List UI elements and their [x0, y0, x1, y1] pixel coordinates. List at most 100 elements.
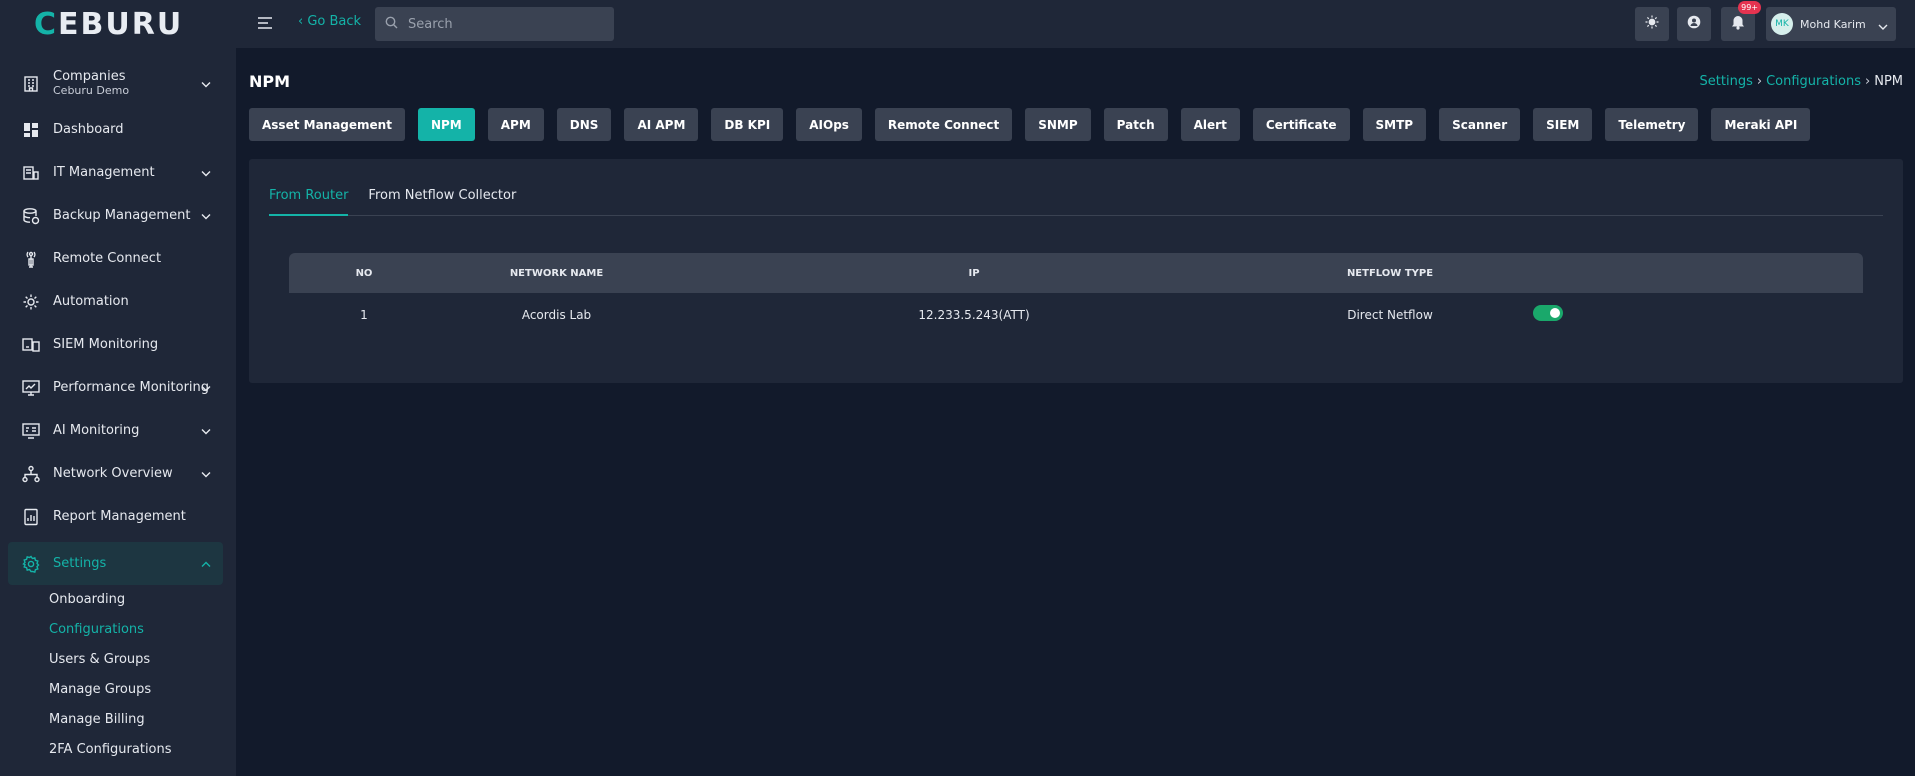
search-box [375, 7, 614, 41]
dashboard-icon [20, 119, 42, 141]
table-row: 1 Acordis Lab 12.233.5.243(ATT) Direct N… [289, 293, 1863, 336]
subtab-from-netflow-collector[interactable]: From Netflow Collector [368, 185, 516, 216]
it-management-icon [20, 162, 42, 184]
sidebar-item-label: Backup Management [53, 208, 191, 223]
tab-patch[interactable]: Patch [1103, 108, 1168, 141]
settings-subnav: Onboarding Configurations Users & Groups… [8, 585, 223, 765]
breadcrumb-current: NPM [1874, 74, 1903, 89]
search-icon [385, 16, 398, 33]
source-subtabs: From Router From Netflow Collector [269, 185, 1883, 216]
sidebar-item-label: Performance Monitoring [53, 380, 210, 395]
go-back-link[interactable]: ‹ Go Back [298, 14, 361, 29]
table-header: NO NETWORK NAME IP NETFLOW TYPE [289, 253, 1863, 293]
tab-smtp[interactable]: SMTP [1362, 108, 1427, 141]
cell-no: 1 [360, 307, 368, 322]
page-title: NPM [249, 72, 291, 91]
subnav-onboarding[interactable]: Onboarding [49, 585, 223, 615]
sidebar-item-label: Network Overview [53, 466, 173, 481]
sidebar-item-automation[interactable]: Automation [8, 280, 223, 323]
bell-icon [1731, 15, 1745, 34]
config-tabs: Asset Management NPM APM DNS AI APM DB K… [249, 108, 1823, 141]
sidebar-item-dashboard[interactable]: Dashboard [8, 108, 223, 151]
subtab-from-router[interactable]: From Router [269, 185, 349, 216]
breadcrumb: Settings › Configurations › NPM [1700, 74, 1903, 89]
netflow-table: NO NETWORK NAME IP NETFLOW TYPE 1 Acordi… [289, 253, 1863, 336]
tab-alert[interactable]: Alert [1180, 108, 1240, 141]
subnav-manage-billing[interactable]: Manage Billing [49, 705, 223, 735]
user-name: Mohd Karim [1800, 17, 1866, 31]
sidebar-item-label: Dashboard [53, 122, 124, 137]
topbar: ‹ Go Back 99+ MK Mohd Karim [236, 0, 1915, 48]
building-icon [20, 73, 42, 95]
user-circle-icon [1687, 15, 1701, 33]
column-header-netflow-type: NETFLOW TYPE [1346, 267, 1434, 279]
notifications-button[interactable]: 99+ [1721, 1, 1761, 41]
subnav-users-groups[interactable]: Users & Groups [49, 645, 223, 675]
column-header-ip: IP [968, 267, 980, 279]
theme-toggle-button[interactable] [1635, 7, 1669, 41]
chevron-down-icon [201, 165, 211, 180]
tab-snmp[interactable]: SNMP [1025, 108, 1091, 141]
sun-icon [1645, 15, 1659, 33]
sidebar-item-performance-monitoring[interactable]: Performance Monitoring [8, 366, 223, 409]
breadcrumb-separator: › [1756, 74, 1763, 89]
logo-text: EBURU [58, 6, 184, 42]
tab-asset-management[interactable]: Asset Management [249, 108, 405, 141]
companies-label: Companies [53, 69, 126, 84]
hamburger-menu-icon[interactable] [256, 14, 274, 32]
sidebar-item-ai-monitoring[interactable]: AI Monitoring [8, 409, 223, 452]
sidebar-nav: Companies Ceburu Demo Dashboard IT Manage… [8, 60, 223, 765]
tab-remote-connect[interactable]: Remote Connect [874, 108, 1013, 141]
database-icon [20, 205, 42, 227]
sidebar-item-label: Remote Connect [53, 251, 162, 266]
sidebar-item-network-overview[interactable]: Network Overview [8, 452, 223, 495]
subnav-manage-groups[interactable]: Manage Groups [49, 675, 223, 705]
subnav-configurations[interactable]: Configurations [49, 615, 223, 645]
enable-toggle[interactable] [1533, 305, 1563, 321]
tab-certificate[interactable]: Certificate [1252, 108, 1350, 141]
sidebar-item-label: AI Monitoring [53, 423, 140, 438]
tab-npm[interactable]: NPM [417, 108, 475, 141]
avatar: MK [1771, 13, 1793, 35]
tab-apm[interactable]: APM [487, 108, 544, 141]
monitor-chart-icon [20, 377, 42, 399]
breadcrumb-configurations[interactable]: Configurations [1766, 74, 1861, 89]
sidebar-item-label: IT Management [53, 165, 155, 180]
tab-meraki-api[interactable]: Meraki API [1711, 108, 1811, 141]
sidebar-item-backup-management[interactable]: Backup Management [8, 194, 223, 237]
sidebar-item-settings[interactable]: Settings [8, 542, 223, 585]
logo-letter: C [34, 6, 59, 42]
tab-ai-apm[interactable]: AI APM [624, 108, 699, 141]
tab-dns[interactable]: DNS [556, 108, 612, 141]
breadcrumb-settings[interactable]: Settings [1700, 74, 1753, 89]
sidebar-item-label: Report Management [53, 509, 186, 524]
tab-telemetry[interactable]: Telemetry [1605, 108, 1699, 141]
profile-button[interactable] [1677, 7, 1711, 41]
cell-network-name: Acordis Lab [521, 307, 592, 322]
ceburu-logo[interactable]: C EBURU [34, 6, 184, 42]
chevron-down-icon [201, 208, 211, 223]
sidebar-item-siem-monitoring[interactable]: SIEM Monitoring [8, 323, 223, 366]
ai-monitor-icon [20, 420, 42, 442]
column-header-network-name: NETWORK NAME [509, 267, 604, 279]
tab-siem[interactable]: SIEM [1533, 108, 1593, 141]
column-header-no: NO [355, 267, 373, 279]
tab-aiops[interactable]: AIOps [796, 108, 862, 141]
sidebar-item-it-management[interactable]: IT Management [8, 151, 223, 194]
chevron-down-icon [201, 466, 211, 481]
sidebar-item-report-management[interactable]: Report Management [8, 495, 223, 538]
chevron-down-icon [201, 77, 211, 92]
sidebar-item-label: Automation [53, 294, 129, 309]
sidebar: C EBURU Companies Ceburu Demo Dashboard IT… [0, 0, 236, 776]
chevron-up-icon [201, 556, 211, 571]
sidebar-item-companies[interactable]: Companies Ceburu Demo [8, 60, 223, 108]
cell-ip: 12.233.5.243(ATT) [918, 307, 1030, 322]
companies-sub: Ceburu Demo [53, 84, 130, 97]
chevron-down-icon [201, 380, 211, 395]
subnav-2fa-configurations[interactable]: 2FA Configurations [49, 735, 223, 765]
sidebar-item-remote-connect[interactable]: Remote Connect [8, 237, 223, 280]
search-input[interactable] [408, 16, 598, 32]
tab-scanner[interactable]: Scanner [1439, 108, 1521, 141]
user-menu[interactable]: MK Mohd Karim [1766, 7, 1896, 41]
tab-db-kpi[interactable]: DB KPI [711, 108, 784, 141]
